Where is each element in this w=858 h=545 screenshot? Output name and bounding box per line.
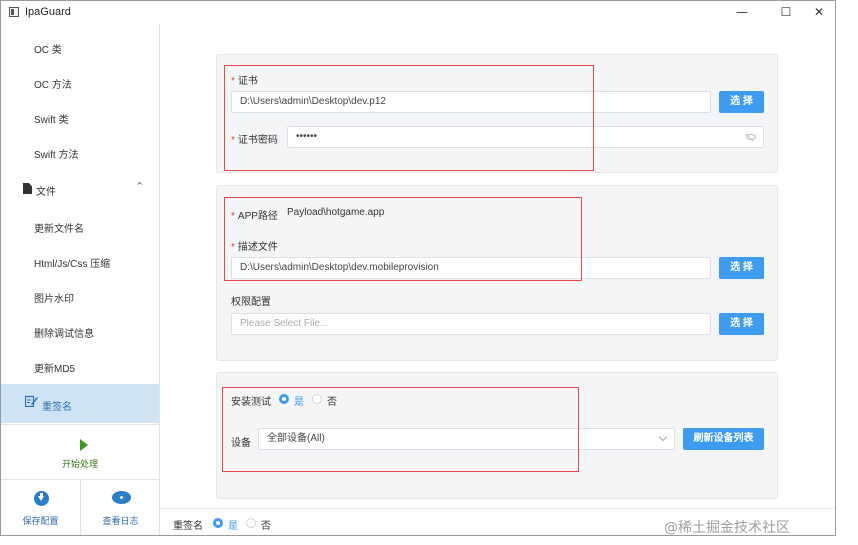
watermark: @稀土掘金技术社区 xyxy=(664,520,790,536)
edit-document-icon xyxy=(25,395,38,407)
sidebar-item-label: 删除调试信息 xyxy=(34,329,94,340)
device-select[interactable]: 全部设备(All) xyxy=(258,428,675,450)
cert-path-input[interactable]: D:\Users\admin\Desktop\dev.p12 xyxy=(231,91,711,113)
chevron-up-icon: ⌃ xyxy=(135,180,145,193)
file-icon xyxy=(23,183,32,194)
profile-label: * 描述文件 xyxy=(231,242,278,253)
sidebar-item-label: Swift 方法 xyxy=(34,150,79,161)
install-panel: 安装测试 是 否 设备 全部设备(All) 刷新设备列表 xyxy=(216,372,778,499)
eye-icon xyxy=(112,491,131,504)
sidebar-bottom-bar: 保存配置 查看日志 xyxy=(1,479,160,535)
sidebar-item-compress[interactable]: Html/Js/Css 压缩 xyxy=(1,243,159,278)
footer-resign-yes-label[interactable]: 是 xyxy=(228,517,238,532)
eye-off-icon[interactable] xyxy=(746,134,756,140)
title-bar: IpaGuard — ☐ ✕ xyxy=(1,1,835,23)
start-processing-button[interactable]: 开始处理 xyxy=(1,425,159,479)
sidebar-item-label: 更新文件名 xyxy=(34,224,84,235)
install-test-yes-radio[interactable] xyxy=(279,394,289,404)
play-icon xyxy=(80,439,88,451)
select-cert-button[interactable]: 选 择 xyxy=(719,91,764,113)
sidebar: OC 类 OC 方法 Swift 类 Swift 方法 文件 ⌃ 更新文件名 H… xyxy=(1,23,160,535)
entitlements-label: 权限配置 xyxy=(231,297,271,308)
window-title: IpaGuard xyxy=(25,6,71,18)
sidebar-item-label: OC 类 xyxy=(34,45,62,56)
sidebar-item-oc-method[interactable]: OC 方法 xyxy=(1,64,159,99)
maximize-button[interactable]: ☐ xyxy=(772,4,800,20)
minimize-button[interactable]: — xyxy=(728,4,756,20)
select-profile-button[interactable]: 选 择 xyxy=(719,257,764,279)
footer-resign-no-label[interactable]: 否 xyxy=(261,517,271,532)
app-path-value: Payload\hotgame.app xyxy=(287,207,385,218)
cert-password-input[interactable]: •••••• xyxy=(287,126,764,148)
install-test-label: 安装测试 xyxy=(231,397,271,408)
sidebar-item-resign[interactable]: 重签名 xyxy=(1,384,159,423)
sidebar-item-label: 重签名 xyxy=(42,402,72,413)
cert-password-label: * 证书密码 xyxy=(231,135,278,146)
close-button[interactable]: ✕ xyxy=(805,4,833,20)
install-test-no-label[interactable]: 否 xyxy=(327,393,337,408)
sidebar-item-rename-files[interactable]: 更新文件名 xyxy=(1,208,159,243)
app-icon xyxy=(9,7,19,17)
password-mask: •••••• xyxy=(296,131,318,142)
sidebar-group-label: 文件 xyxy=(36,187,56,198)
sidebar-item-label: OC 方法 xyxy=(34,80,72,91)
main-content: * 证书 D:\Users\admin\Desktop\dev.p12 选 择 *… xyxy=(161,23,835,535)
app-window: IpaGuard — ☐ ✕ OC 类 OC 方法 Swift 类 Swift … xyxy=(0,0,836,536)
sidebar-item-label: 图片水印 xyxy=(34,294,74,305)
certificate-panel: * 证书 D:\Users\admin\Desktop\dev.p12 选 择 *… xyxy=(216,54,778,173)
save-config-label: 保存配置 xyxy=(22,516,59,526)
sidebar-item-watermark[interactable]: 图片水印 xyxy=(1,278,159,313)
select-entitlements-button[interactable]: 选 择 xyxy=(719,313,764,335)
install-test-no-radio[interactable] xyxy=(312,394,322,404)
sidebar-item-remove-debug[interactable]: 删除调试信息 xyxy=(1,313,159,348)
sidebar-item-oc-class[interactable]: OC 类 xyxy=(1,29,159,64)
app-path-label: * APP路径 xyxy=(231,211,278,222)
download-icon xyxy=(34,491,49,506)
profile-path-input[interactable]: D:\Users\admin\Desktop\dev.mobileprovisi… xyxy=(231,257,711,279)
start-processing-label: 开始处理 xyxy=(61,459,98,469)
footer-resign-yes-radio[interactable] xyxy=(213,518,223,528)
app-panel: * APP路径 Payload\hotgame.app * 描述文件 D:\User… xyxy=(216,185,778,361)
sidebar-item-label: 更新MD5 xyxy=(34,364,76,375)
entitlements-input[interactable]: Please Select File... xyxy=(231,313,711,335)
refresh-devices-button[interactable]: 刷新设备列表 xyxy=(683,428,764,450)
cert-label: * 证书 xyxy=(231,76,258,87)
sidebar-item-swift-class[interactable]: Swift 类 xyxy=(1,99,159,134)
sidebar-item-update-md5[interactable]: 更新MD5 xyxy=(1,348,159,383)
sidebar-item-label: Html/Js/Css 压缩 xyxy=(34,259,111,270)
sidebar-item-label: Swift 类 xyxy=(34,115,69,126)
device-select-value: 全部设备(All) xyxy=(267,433,325,444)
save-config-button[interactable]: 保存配置 xyxy=(1,480,80,535)
install-test-yes-label[interactable]: 是 xyxy=(294,393,304,408)
sidebar-group-file[interactable]: 文件 ⌃ xyxy=(1,171,159,206)
view-log-label: 查看日志 xyxy=(102,516,139,526)
footer-resign-no-radio[interactable] xyxy=(246,518,256,528)
view-log-button[interactable]: 查看日志 xyxy=(81,480,160,535)
sidebar-item-swift-method[interactable]: Swift 方法 xyxy=(1,134,159,169)
footer-resign-label: 重签名 xyxy=(173,521,203,532)
chevron-down-icon xyxy=(658,432,668,442)
device-label: 设备 xyxy=(231,438,251,449)
